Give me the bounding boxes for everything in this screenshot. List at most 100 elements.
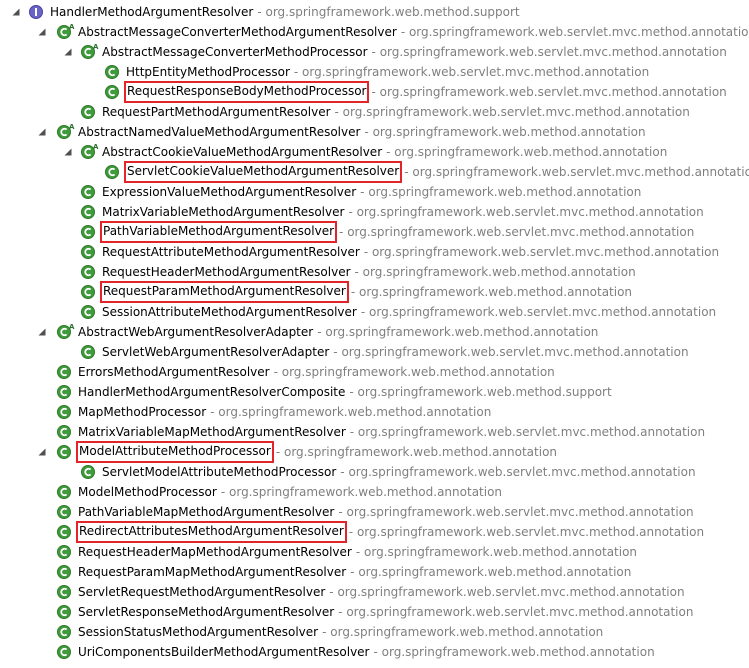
tree-row[interactable]: ServletRequestMethodArgumentResolver - o… <box>0 582 749 602</box>
tree-row[interactable]: ErrorsMethodArgumentResolver - org.sprin… <box>0 362 749 382</box>
tree-row[interactable]: ServletResponseMethodArgumentResolver - … <box>0 602 749 622</box>
package-name: org.springframework.web.method.support <box>357 385 612 399</box>
type-name: ServletCookieValueMethodArgumentResolver <box>127 164 400 178</box>
tree-row[interactable]: PathVariableMapMethodArgumentResolver - … <box>0 502 749 522</box>
separator: - <box>350 285 359 299</box>
tree-expanded-arrow-icon[interactable] <box>12 8 20 16</box>
tree-row[interactable]: A AbstractCookieValueMethodArgumentResolv… <box>0 142 749 162</box>
tree-item-label: MatrixVariableMapMethodArgumentResolver <box>76 422 348 442</box>
package-suffix: - org.springframework.web.servlet.mvc.me… <box>372 42 727 62</box>
package-suffix: - org.springframework.web.servlet.mvc.me… <box>404 162 749 182</box>
tree-expanded-arrow-icon[interactable] <box>38 328 46 336</box>
tree-row[interactable]: RequestHeaderMethodArgumentResolver - or… <box>0 262 749 282</box>
class-c-icon <box>80 264 96 280</box>
tree-row[interactable]: RequestAttributeMethodArgumentResolver -… <box>0 242 749 262</box>
class-c-icon <box>80 104 96 120</box>
abstract-class-icon: A <box>80 143 99 160</box>
type-name: MapMethodProcessor <box>78 405 207 419</box>
tree-item-label: PathVariableMapMethodArgumentResolver <box>76 502 336 522</box>
tree-row[interactable]: ModelAttributeMethodProcessor - org.spri… <box>0 441 749 463</box>
type-name: ModelAttributeMethodProcessor <box>79 444 271 458</box>
tree-row[interactable]: SessionAttributeMethodArgumentResolver -… <box>0 302 749 322</box>
interface-i-icon <box>28 4 44 20</box>
tree-item-label: ServletResponseMethodArgumentResolver <box>76 602 336 622</box>
tree-row[interactable]: HttpEntityMethodProcessor - org.springfr… <box>0 62 749 82</box>
tree-expanded-arrow-icon[interactable] <box>64 148 72 156</box>
tree-expanded-arrow-icon[interactable] <box>64 48 72 56</box>
class-c-icon <box>80 224 96 240</box>
tree-row[interactable]: UriComponentsBuilderMethodArgumentResolv… <box>0 642 749 662</box>
tree-row[interactable]: RedirectAttributesMethodArgumentResolver… <box>0 521 749 543</box>
tree-row[interactable]: A AbstractNamedValueMethodArgumentResolve… <box>0 122 749 142</box>
package-suffix: - org.springframework.web.servlet.mvc.me… <box>348 202 703 222</box>
tree-item-label: RequestParamMapMethodArgumentResolver <box>76 562 348 582</box>
tree-expanded-arrow-icon[interactable] <box>38 128 46 136</box>
tree-row[interactable]: MatrixVariableMapMethodArgumentResolver … <box>0 422 749 442</box>
package-name: org.springframework.web.servlet.mvc.meth… <box>348 465 696 479</box>
tree-row[interactable]: ServletWebArgumentResolverAdapter - org.… <box>0 342 749 362</box>
package-suffix: - org.springframework.web.servlet.mvc.me… <box>339 222 694 242</box>
abstract-class-icon: A <box>80 43 99 60</box>
class-c-icon <box>56 544 72 560</box>
separator: - <box>348 205 357 219</box>
tree-row[interactable]: HandlerMethodArgumentResolverComposite -… <box>0 382 749 402</box>
tree-item-label: RequestPartMethodArgumentResolver <box>100 102 333 122</box>
tree-item-label: RequestHeaderMapMethodArgumentResolver <box>76 542 354 562</box>
tree-row[interactable]: RequestResponseBodyMethodProcessor - org… <box>0 81 749 103</box>
tree-row[interactable]: A AbstractMessageConverterMethodProcessor… <box>0 42 749 62</box>
tree-expanded-arrow-icon[interactable] <box>38 448 46 456</box>
tree-row[interactable]: SessionStatusMethodArgumentResolver - or… <box>0 622 749 642</box>
package-name: org.springframework.web.method.support <box>265 5 520 19</box>
type-name: ServletModelAttributeMethodProcessor <box>102 465 337 479</box>
type-name: HandlerMethodArgumentResolverComposite <box>78 385 346 399</box>
package-suffix: - org.springframework.web.method.support <box>257 2 519 22</box>
svg-text:A: A <box>93 143 99 151</box>
class-c-icon <box>56 644 72 660</box>
separator: - <box>400 25 409 39</box>
tree-item-label: AbstractWebArgumentResolverAdapter <box>76 322 315 342</box>
tree-item-label: ErrorsMethodArgumentResolver <box>76 362 272 382</box>
type-name: RequestPartMethodArgumentResolver <box>102 105 331 119</box>
tree-item-label: MapMethodProcessor <box>76 402 208 422</box>
package-suffix: - org.springframework.web.servlet.mvc.me… <box>340 462 695 482</box>
tree-row[interactable]: HandlerMethodArgumentResolver - org.spri… <box>0 2 749 22</box>
class-c-icon <box>56 424 72 440</box>
tree-row[interactable]: RequestParamMethodArgumentResolver - org… <box>0 281 749 303</box>
class-c-icon <box>104 84 120 100</box>
package-name: org.springframework.web.servlet.mvc.meth… <box>341 345 689 359</box>
tree-row[interactable]: A AbstractMessageConverterMethodArgumentR… <box>0 22 749 42</box>
tree-item-label: ModelMethodProcessor <box>76 482 219 502</box>
tree-row[interactable]: ServletCookieValueMethodArgumentResolver… <box>0 161 749 183</box>
tree-row[interactable]: MatrixVariableMethodArgumentResolver - o… <box>0 202 749 222</box>
package-name: org.springframework.web.servlet.mvc.meth… <box>371 245 720 259</box>
separator: - <box>293 65 303 79</box>
class-c-icon <box>104 64 120 80</box>
type-name: SessionAttributeMethodArgumentResolver <box>102 305 357 319</box>
package-name: org.springframework.web.servlet.mvc.meth… <box>347 225 695 239</box>
class-c-icon <box>80 304 96 320</box>
separator: - <box>360 305 369 319</box>
tree-row[interactable]: PathVariableMethodArgumentResolver - org… <box>0 221 749 243</box>
tree-row[interactable]: ModelMethodProcessor - org.springframewo… <box>0 482 749 502</box>
tree-row[interactable]: RequestPartMethodArgumentResolver - org.… <box>0 102 749 122</box>
tree-expanded-arrow-icon[interactable] <box>38 28 46 36</box>
tree-row[interactable]: A AbstractWebArgumentResolverAdapter - or… <box>0 322 749 342</box>
package-suffix: - org.springframework.web.method.annotat… <box>360 182 641 202</box>
tree-item-label: HandlerMethodArgumentResolverComposite <box>76 382 347 402</box>
package-suffix: - org.springframework.web.method.annotat… <box>317 322 598 342</box>
tree-row[interactable]: RequestParamMapMethodArgumentResolver - … <box>0 562 749 582</box>
tree-item-label: RequestParamMethodArgumentResolver <box>100 281 349 303</box>
package-name: org.springframework.web.method.annotatio… <box>394 145 668 159</box>
svg-text:A: A <box>69 23 75 31</box>
tree-item-label: PathVariableMethodArgumentResolver <box>100 221 338 243</box>
type-name: AbstractWebArgumentResolverAdapter <box>78 325 314 339</box>
package-name: org.springframework.web.method.annotatio… <box>218 405 492 419</box>
type-name: ServletWebArgumentResolverAdapter <box>102 345 330 359</box>
tree-row[interactable]: RequestHeaderMapMethodArgumentResolver -… <box>0 542 749 562</box>
package-name: org.springframework.web.servlet.mvc.meth… <box>412 165 749 179</box>
type-name: ExpressionValueMethodArgumentResolver <box>102 185 357 199</box>
tree-row[interactable]: ServletModelAttributeMethodProcessor - o… <box>0 462 749 482</box>
separator: - <box>373 645 382 659</box>
tree-row[interactable]: MapMethodProcessor - org.springframework… <box>0 402 749 422</box>
tree-row[interactable]: ExpressionValueMethodArgumentResolver - … <box>0 182 749 202</box>
